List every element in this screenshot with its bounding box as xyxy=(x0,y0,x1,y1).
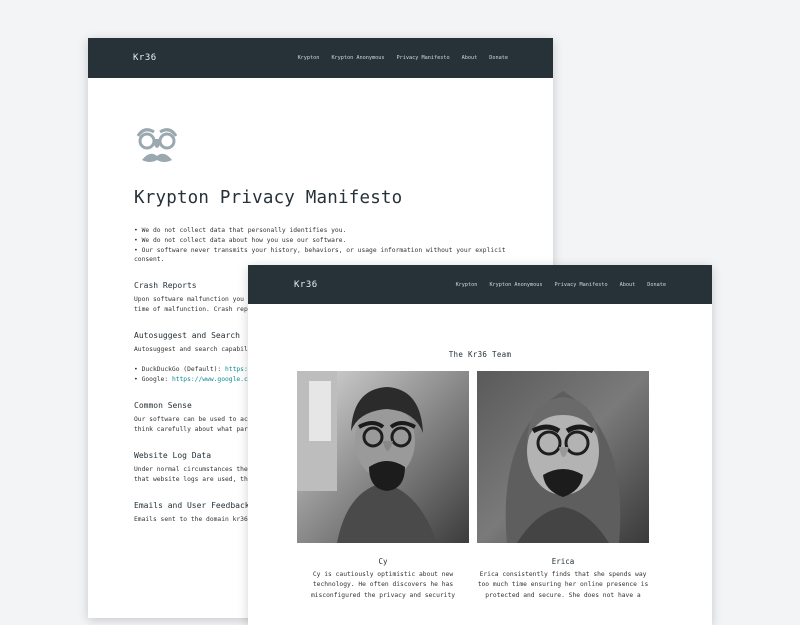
team-member-card: Cy Cy is cautiously optimistic about new… xyxy=(297,371,469,601)
member-photo xyxy=(477,371,649,543)
provider-label: DuckDuckGo (Default): xyxy=(141,366,222,374)
member-name: Erica xyxy=(551,557,575,566)
nav-links: Krypton Krypton Anonymous Privacy Manife… xyxy=(298,55,508,61)
brand-logo-text[interactable]: Kr36 xyxy=(294,280,318,290)
list-item: Our software never transmits your histor… xyxy=(134,246,507,266)
list-item: We do not collect data that personally i… xyxy=(134,226,507,236)
member-bio: Cy is cautiously optimistic about new te… xyxy=(310,571,456,599)
nav-link-about[interactable]: About xyxy=(620,282,636,288)
list-item: We do not collect data about how you use… xyxy=(134,236,507,246)
member-bio: Erica consistently finds that she spends… xyxy=(477,571,649,599)
member-name: Cy xyxy=(378,557,388,566)
navbar: Kr36 Krypton Krypton Anonymous Privacy M… xyxy=(88,38,553,78)
disguise-mask-icon xyxy=(136,128,178,162)
nav-link-krypton-anonymous[interactable]: Krypton Anonymous xyxy=(331,55,384,61)
team-page-window: Kr36 Krypton Krypton Anonymous Privacy M… xyxy=(248,265,712,625)
nav-link-krypton[interactable]: Krypton xyxy=(456,282,478,288)
member-photo xyxy=(297,371,469,543)
team-content: The Kr36 Team Cy Cy is cautiously optimi… xyxy=(248,350,712,601)
brand-logo-text[interactable]: Kr36 xyxy=(133,53,157,63)
nav-links: Krypton Krypton Anonymous Privacy Manife… xyxy=(456,282,666,288)
provider-label: Google: xyxy=(141,376,169,384)
provider-link[interactable]: https: xyxy=(225,366,248,373)
team-members: Cy Cy is cautiously optimistic about new… xyxy=(248,371,712,601)
nav-link-krypton[interactable]: Krypton xyxy=(298,55,320,61)
nav-link-donate[interactable]: Donate xyxy=(489,55,508,61)
nav-link-donate[interactable]: Donate xyxy=(647,282,666,288)
provider-link[interactable]: https://www.google.co xyxy=(172,376,252,383)
nav-link-krypton-anonymous[interactable]: Krypton Anonymous xyxy=(489,282,542,288)
nav-link-privacy-manifesto[interactable]: Privacy Manifesto xyxy=(555,282,608,288)
nav-link-privacy-manifesto[interactable]: Privacy Manifesto xyxy=(397,55,450,61)
navbar: Kr36 Krypton Krypton Anonymous Privacy M… xyxy=(248,265,712,304)
page-title: Krypton Privacy Manifesto xyxy=(134,188,403,208)
nav-link-about[interactable]: About xyxy=(462,55,478,61)
team-heading: The Kr36 Team xyxy=(448,350,512,359)
team-member-card: Erica Erica consistently finds that she … xyxy=(477,371,649,601)
privacy-bullets: We do not collect data that personally i… xyxy=(134,226,507,265)
